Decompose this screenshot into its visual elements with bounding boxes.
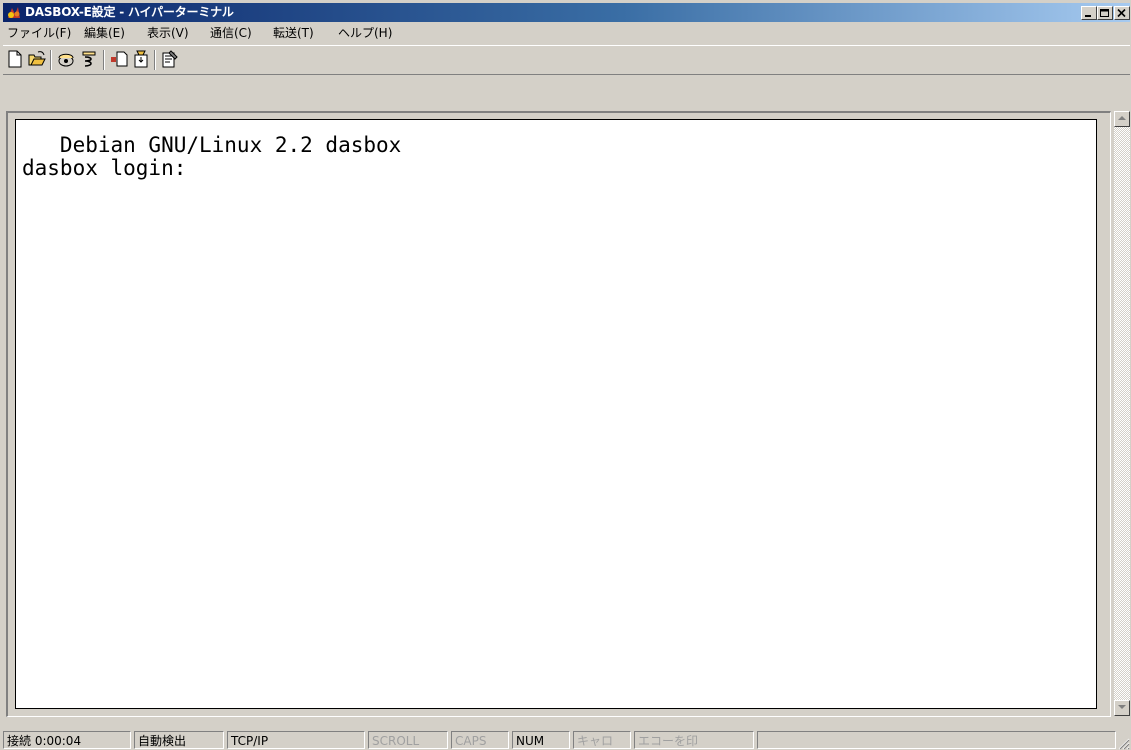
status-detect: 自動検出 [134,731,224,749]
status-capture: キャロ [573,731,631,749]
terminal-line: Debian GNU/Linux 2.2 dasbox [22,133,402,157]
terminal-line: dasbox login: [22,156,187,180]
status-caps: CAPS [451,731,509,749]
receive-icon[interactable] [131,49,151,69]
toolbar [3,45,1130,75]
menu-edit[interactable]: 編集(E) [82,23,127,43]
app-icon[interactable] [6,5,22,20]
terminal-screen[interactable]: Debian GNU/Linux 2.2 dasbox dasbox login… [15,119,1097,709]
disconnect-icon[interactable] [79,49,99,69]
menu-bar: ファイル(F) 編集(E) 表示(V) 通信(C) 転送(T) ヘルプ(H) [3,23,1130,43]
toolbar-separator [154,50,156,70]
scroll-down-button[interactable] [1114,700,1130,716]
status-echo: エコーを印 [634,731,754,749]
menu-view[interactable]: 表示(V) [145,23,191,43]
title-bar[interactable]: DASBOX-E設定 - ハイパーターミナル [3,3,1130,22]
new-icon[interactable] [5,49,25,69]
minimize-button[interactable] [1081,6,1097,20]
window-title: DASBOX-E設定 - ハイパーターミナル [25,5,234,19]
menu-help[interactable]: ヘルプ(H) [336,23,394,43]
toolbar-separator [103,50,105,70]
hyperterminal-window: DASBOX-E設定 - ハイパーターミナル ファイル(F) 編集(E) 表示(… [0,0,1131,750]
menu-communication[interactable]: 通信(C) [208,23,254,43]
maximize-button[interactable] [1097,6,1113,20]
close-button[interactable] [1114,6,1130,20]
status-bar: 接続 0:00:04 自動検出 TCP/IP SCROLL CAPS NUM キ… [3,729,1130,750]
status-scroll: SCROLL [368,731,448,749]
status-empty [757,731,1116,749]
resize-grip-icon[interactable] [1116,736,1130,750]
scroll-up-button[interactable] [1114,111,1130,127]
client-area-top [3,75,1130,111]
status-num: NUM [512,731,570,749]
menu-file[interactable]: ファイル(F) [5,23,73,43]
connect-icon[interactable] [56,49,76,69]
toolbar-separator [50,50,52,70]
status-protocol: TCP/IP [227,731,365,749]
send-icon[interactable] [109,49,129,69]
status-connection-time: 接続 0:00:04 [3,731,131,749]
open-icon[interactable] [27,49,47,69]
menu-transfer[interactable]: 転送(T) [271,23,316,43]
vertical-scrollbar[interactable] [1114,111,1130,716]
properties-icon[interactable] [160,49,180,69]
